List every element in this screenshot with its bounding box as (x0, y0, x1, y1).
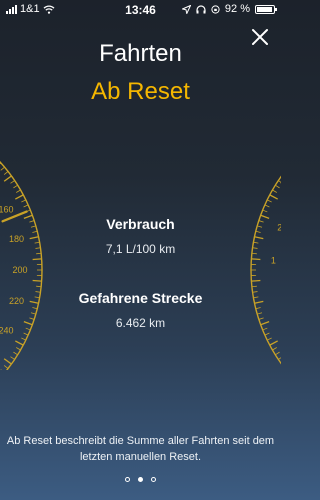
page-dot[interactable] (125, 477, 130, 482)
gauge-tick (0, 166, 5, 171)
page-indicator[interactable] (0, 477, 281, 482)
gauge-tick (275, 184, 280, 189)
gauge-tick (32, 307, 38, 310)
gauge-tick (3, 175, 12, 182)
gauge-tick (23, 204, 29, 208)
page-subtitle: Ab Reset (91, 78, 190, 105)
gauge-tick-label: 1 (271, 255, 276, 265)
gauge-tick (269, 340, 278, 346)
gauge-tick (272, 189, 277, 193)
gauge-tick (15, 340, 24, 346)
gauge-tick (10, 356, 15, 360)
gauge-tick (29, 236, 39, 240)
location-arrow-icon (181, 4, 191, 14)
gauge-tick (13, 184, 18, 189)
gauge-tick-label: 200 (12, 265, 27, 275)
gauge-tick (251, 258, 261, 261)
gauge-tick (16, 347, 21, 351)
gauge-tick (257, 312, 263, 315)
gauge-tick (13, 351, 18, 356)
gauge-tick-label: 160 (0, 205, 14, 215)
gauge-tick (21, 199, 26, 203)
gauge-tick (36, 285, 42, 288)
gauge-tick (21, 337, 26, 341)
distance-value: 6.462 km (115, 316, 166, 330)
battery-percent: 92 % (224, 3, 250, 15)
gauge-tick (278, 357, 281, 360)
gauge-tick (3, 365, 9, 369)
page-dot[interactable] (138, 477, 143, 482)
gauge-tick (32, 258, 42, 261)
gauge-tick (0, 162, 2, 165)
gauge-tick (3, 171, 9, 175)
description-text: Ab Reset beschreibt die Summe aller Fahr… (6, 435, 275, 463)
gauge-tick (269, 194, 278, 200)
gauge-tick (10, 180, 15, 184)
status-bar: 1&1 13:46 92 % (0, 0, 281, 20)
gauge-tick (251, 285, 257, 288)
gauge-tick (15, 194, 24, 200)
consumption-value: 7,1 L/100 km (105, 242, 176, 256)
gauge-tick (272, 347, 277, 351)
gauge-tick (251, 279, 261, 282)
gauge-tick (16, 189, 21, 193)
gauge-tick (267, 337, 272, 341)
gauge-tick (255, 307, 261, 310)
distance-label: Gefahrene Strecke (78, 290, 203, 306)
page-title: Fahrten (99, 40, 182, 67)
status-right: 92 % (181, 3, 277, 15)
battery-fill (257, 6, 272, 12)
gauge-tick (30, 312, 36, 315)
gauge-tick (275, 351, 280, 356)
gauge-tick (254, 236, 264, 240)
gauge-tick (264, 332, 270, 336)
page-dot[interactable] (151, 477, 156, 482)
headphones-icon (196, 4, 206, 13)
gauge-tick (3, 358, 12, 365)
gauge-tick (264, 204, 270, 208)
gauge-tick (32, 279, 42, 282)
gauge-tick (23, 332, 29, 336)
gauge-tick (262, 209, 268, 213)
close-icon[interactable] (249, 26, 271, 48)
gauge-tick (267, 199, 272, 203)
consumption-label: Verbrauch (106, 216, 175, 232)
orientation-lock-icon (211, 4, 220, 14)
battery-icon (255, 4, 277, 14)
